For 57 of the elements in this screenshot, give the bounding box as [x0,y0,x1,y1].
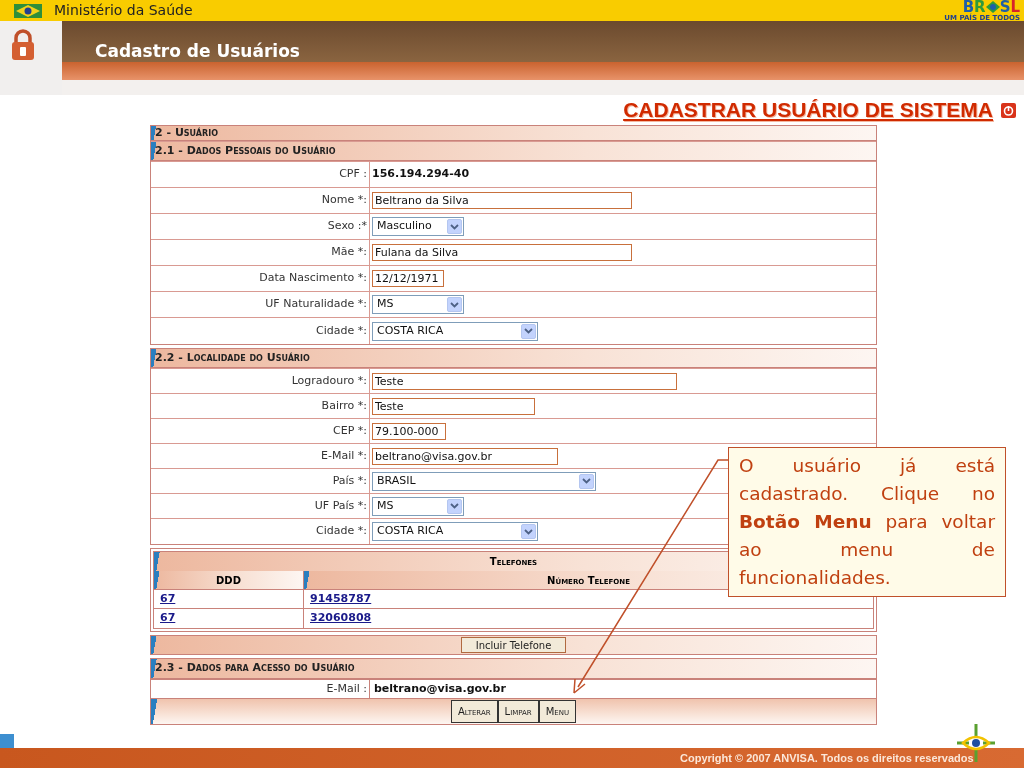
field-label: E-Mail *: [321,447,367,464]
form-button[interactable]: Limpar [497,700,539,723]
input-field[interactable]: 79.100-000 [372,422,446,440]
input-field[interactable]: Beltrano da Silva [372,192,632,209]
field-label: País *: [332,472,367,489]
select-field[interactable]: BRASIL [372,471,596,491]
select-field[interactable]: COSTA RICA [372,321,538,341]
caret-icon [447,219,462,234]
input-field[interactable]: 12/12/1971 [372,270,444,287]
form-button[interactable]: Menu [538,700,577,723]
field-label: Sexo :* [327,218,367,235]
ddd-link[interactable]: 67 [160,610,176,627]
field-label: CPF : [339,166,367,183]
field-label: Cidade *: [316,322,367,339]
flag-icon [14,3,42,18]
input-field[interactable]: beltrano@visa.gov.br [372,447,558,465]
section-header: 2.1 - Dados Pessoais do Usuário [151,142,876,162]
section-header: 2.3 - Dados para Acesso do Usuário [151,659,876,679]
field-label: Mãe *: [331,244,367,261]
field-value: 156.194.294-40 [372,166,470,183]
select-field[interactable]: MS [372,295,464,314]
column-header: DDD [154,571,304,589]
caret-icon [521,323,536,339]
caret-icon [579,473,594,489]
lock-icon [11,29,35,61]
select-field[interactable]: COSTA RICA [372,522,538,541]
form-button[interactable]: Alterar [450,700,498,723]
add-phone-button[interactable]: Incluir Telefone [460,637,567,653]
page-title: CADASTRAR USUÁRIO DE SISTEMA [623,97,993,124]
power-icon[interactable] [1001,102,1016,118]
caret-icon [447,297,462,312]
caret-icon [521,524,536,539]
corner-block [0,734,14,748]
field-label: Data Nascimento *: [259,270,367,287]
field-label: Nome *: [321,192,367,209]
field-label: Cidade *: [316,523,367,540]
field-label: E-Mail : [326,680,367,697]
input-field[interactable]: Teste [372,397,535,415]
phone-link[interactable]: 91458787 [310,590,372,608]
caret-icon [447,498,462,514]
section-header: 2.2 - Localidade do Usuário [151,349,876,369]
field-label: CEP *: [333,422,367,439]
header-title: Cadastro de Usuários [95,40,300,63]
field-label: Logradouro *: [291,372,367,389]
field-label: Bairro *: [321,397,367,414]
field-label: UF País *: [314,497,367,514]
field-label: UF Naturalidade *: [265,296,367,313]
input-field[interactable]: Teste [372,372,677,390]
ministry-name: Ministério da Saúde [54,1,193,20]
phone-link[interactable]: 32060808 [310,610,372,627]
copyright: Copyright © 2007 ANVISA. Todos os direitos reservados [680,750,974,766]
select-field[interactable]: Masculino [372,217,464,236]
ddd-link[interactable]: 67 [160,590,176,608]
field-value: beltrano@visa.gov.br [374,680,506,697]
input-field[interactable]: Fulana da Silva [372,244,632,261]
select-field[interactable]: MS [372,496,464,516]
section-header: 2 - Usuário [151,126,876,142]
